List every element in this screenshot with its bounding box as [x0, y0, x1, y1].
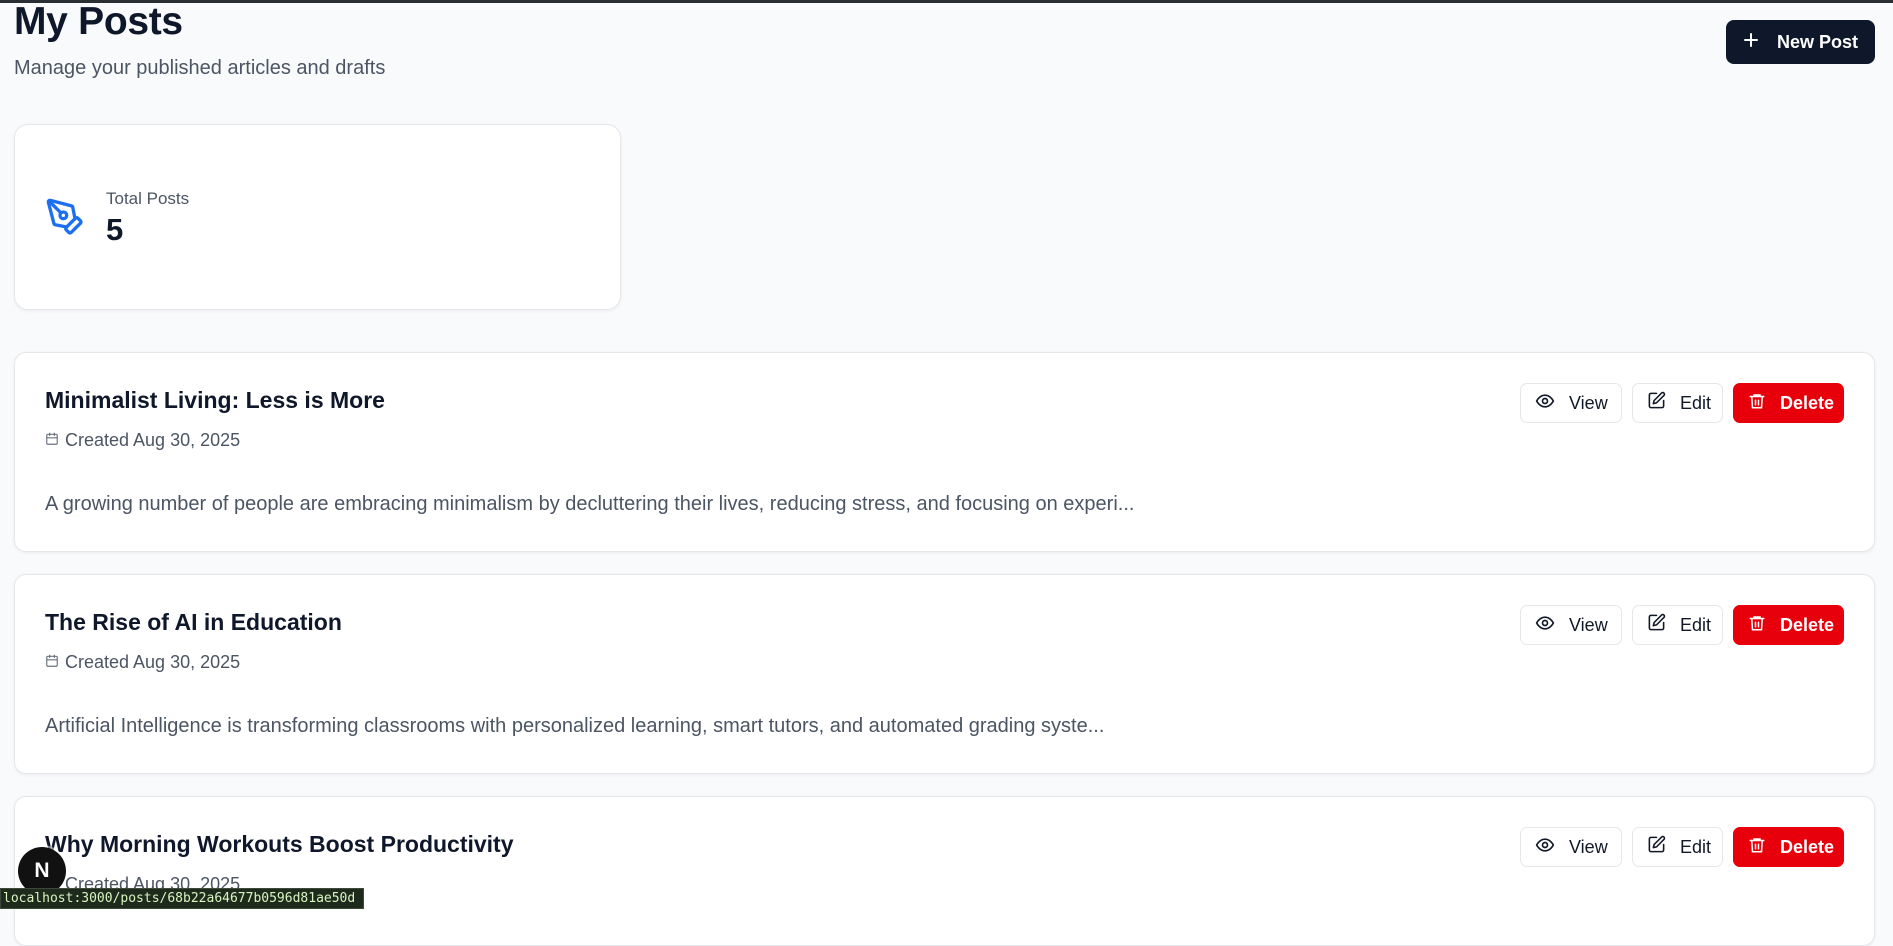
view-label: View [1569, 836, 1608, 857]
post-date-text: Created Aug 30, 2025 [65, 430, 241, 450]
delete-button[interactable]: Delete [1733, 605, 1844, 645]
post-title: The Rise of AI in Education [45, 609, 342, 635]
edit-label: Edit [1680, 614, 1712, 635]
post-actions: View Edit Delete [1520, 605, 1844, 645]
view-label: View [1569, 614, 1608, 635]
post-title: Why Morning Workouts Boost Productivity [45, 831, 514, 857]
post-actions: View Edit Delete [1520, 383, 1844, 423]
edit-label: Edit [1680, 392, 1712, 413]
delete-button[interactable]: Delete [1733, 827, 1844, 867]
edit-button[interactable]: Edit [1632, 383, 1723, 423]
view-button[interactable]: View [1520, 383, 1622, 423]
total-posts-card: Total Posts 5 [14, 124, 621, 310]
new-post-button[interactable]: New Post [1726, 20, 1875, 64]
delete-label: Delete [1780, 836, 1835, 857]
view-button[interactable]: View [1520, 827, 1622, 867]
delete-button[interactable]: Delete [1733, 383, 1844, 423]
window-top-border [0, 0, 1893, 3]
edit-button[interactable]: Edit [1632, 605, 1723, 645]
view-button[interactable]: View [1520, 605, 1622, 645]
total-posts-value: 5 [106, 212, 124, 247]
eye-icon [1535, 835, 1555, 860]
post-excerpt: Artificial Intelligence is transforming … [45, 715, 1105, 737]
delete-label: Delete [1780, 392, 1835, 413]
status-bar-url: localhost:3000/posts/68b22a64677b0596d81… [0, 888, 365, 909]
eye-icon [1535, 391, 1555, 416]
trash-icon [1748, 836, 1766, 859]
edit-icon [1647, 391, 1666, 415]
edit-button[interactable]: Edit [1632, 827, 1723, 867]
page-title: My Posts [14, 0, 183, 43]
post-card: Minimalist Living: Less is More Created … [14, 352, 1875, 552]
trash-icon [1748, 392, 1766, 415]
nextjs-logo-icon: N [34, 859, 50, 882]
edit-icon [1647, 835, 1666, 859]
post-card: The Rise of AI in Education Created Aug … [14, 574, 1875, 774]
post-date: Created Aug 30, 2025 [45, 430, 240, 451]
total-posts-label: Total Posts [106, 189, 190, 208]
edit-icon [1647, 613, 1666, 637]
calendar-icon [45, 652, 59, 673]
post-excerpt: A growing number of people are embracing… [45, 493, 1135, 515]
view-label: View [1569, 392, 1608, 413]
post-date-text: Created Aug 30, 2025 [65, 652, 241, 672]
post-date: Created Aug 30, 2025 [45, 652, 240, 673]
delete-label: Delete [1780, 614, 1835, 635]
trash-icon [1748, 614, 1766, 637]
post-actions: View Edit Delete [1520, 827, 1844, 867]
post-card: Why Morning Workouts Boost Productivity … [14, 796, 1875, 946]
pen-tool-icon [45, 197, 85, 237]
post-title: Minimalist Living: Less is More [45, 387, 385, 413]
new-post-label: New Post [1776, 31, 1859, 52]
page-subtitle: Manage your published articles and draft… [14, 57, 386, 79]
plus-icon [1743, 32, 1759, 53]
eye-icon [1535, 613, 1555, 638]
calendar-icon [45, 430, 59, 451]
edit-label: Edit [1680, 836, 1712, 857]
